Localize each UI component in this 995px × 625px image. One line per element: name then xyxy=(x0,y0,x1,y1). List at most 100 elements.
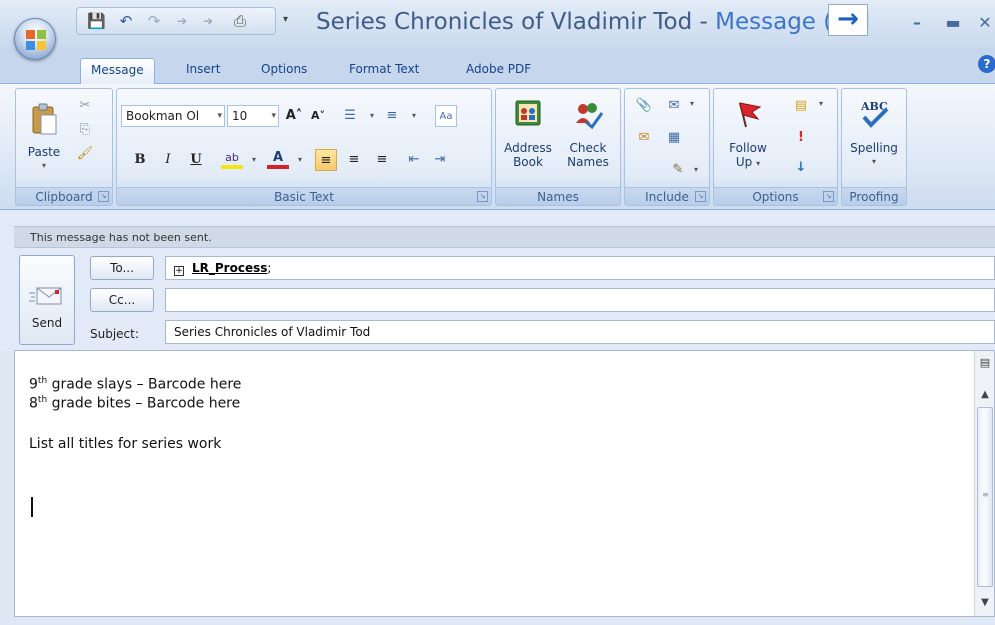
group-options: Follow Up ▾ ▤ ▾ ! ↓ Options ↘ xyxy=(713,88,838,206)
low-importance-icon[interactable]: ↓ xyxy=(792,159,810,177)
arrow-right-icon: → xyxy=(828,4,868,36)
office-button[interactable] xyxy=(14,18,56,60)
flag-icon xyxy=(739,102,762,128)
signature-icon[interactable]: ✎ xyxy=(669,161,687,179)
bullets-icon[interactable]: ☰ xyxy=(339,105,361,127)
print-icon[interactable]: ⎙ xyxy=(231,13,249,29)
close-button[interactable]: ✕ xyxy=(972,12,995,34)
check-names-button[interactable]: Check Names xyxy=(560,97,616,169)
tab-message[interactable]: Message xyxy=(80,58,155,84)
paste-dropdown-chevron-down-icon[interactable]: ▾ xyxy=(24,159,64,173)
italic-icon[interactable]: I xyxy=(157,149,179,171)
tab-format-text[interactable]: Format Text xyxy=(339,58,429,84)
address-book-button[interactable]: Address Book xyxy=(500,97,556,169)
recipient-separator: ; xyxy=(267,261,272,275)
scroll-down-icon[interactable]: ▼ xyxy=(977,595,993,611)
bullets-chevron-down-icon[interactable]: ▾ xyxy=(361,105,383,127)
attach-item-icon[interactable]: ✉ xyxy=(665,97,683,115)
message-header: This message has not been sent. Send To.… xyxy=(0,211,995,351)
undo-icon[interactable]: ↶ xyxy=(117,13,135,29)
help-icon[interactable]: ? xyxy=(978,55,995,73)
ribbon: Paste ▾ ✂ ⎘ 🖌 Clipboard ↘ Bookman Ol ▾ 1… xyxy=(0,84,995,210)
styles-icon[interactable]: Aa xyxy=(435,105,457,127)
follow-up-label-2: Up xyxy=(735,155,753,169)
categorize-icon[interactable]: ▤ xyxy=(792,97,810,115)
vertical-scrollbar[interactable]: ▤ ▲ ≡ ▼ xyxy=(974,351,994,616)
to-button[interactable]: To... xyxy=(90,256,154,280)
attach-file-icon[interactable]: 📎 xyxy=(635,97,653,115)
shrink-font-icon[interactable]: A˅ xyxy=(307,105,329,127)
bold-icon[interactable]: B xyxy=(129,149,151,171)
decrease-indent-icon[interactable]: ⇤ xyxy=(403,149,425,171)
calendar-icon[interactable]: ▦ xyxy=(665,129,683,147)
info-bar: This message has not been sent. xyxy=(14,226,995,248)
numbering-chevron-down-icon[interactable]: ▾ xyxy=(403,105,425,127)
tab-adobe-pdf[interactable]: Adobe PDF xyxy=(456,58,541,84)
font-size-combo[interactable]: 10 ▾ xyxy=(227,105,279,127)
cc-button[interactable]: Cc... xyxy=(90,288,154,312)
redo-icon[interactable]: ↷ xyxy=(145,13,163,29)
previous-item-icon[interactable]: ➔ xyxy=(173,13,191,29)
font-size-chevron-down-icon[interactable]: ▾ xyxy=(271,106,276,126)
increase-indent-icon[interactable]: ⇥ xyxy=(429,149,451,171)
business-card-icon[interactable]: ✉ xyxy=(635,129,653,147)
send-button[interactable]: Send xyxy=(19,255,75,345)
minimize-button[interactable]: – xyxy=(904,12,930,34)
body-line-2: 8th grade bites – Barcode here xyxy=(29,395,240,412)
attach-item-chevron-down-icon[interactable]: ▾ xyxy=(683,95,701,113)
clipboard-dialog-launcher-icon[interactable]: ↘ xyxy=(98,191,109,202)
body-line-1-ordinal: th xyxy=(37,376,48,386)
customize-toolbar-chevron-down-icon[interactable]: ▾ xyxy=(283,14,288,25)
highlight-chevron-down-icon[interactable]: ▾ xyxy=(243,149,265,171)
align-center-icon[interactable]: ≡ xyxy=(343,149,365,171)
group-basic-text: Bookman Ol ▾ 10 ▾ A˄ A˅ ☰ ▾ ≡ ▾ Aa B I U… xyxy=(116,88,492,206)
include-dialog-launcher-icon[interactable]: ↘ xyxy=(695,191,706,202)
options-dialog-launcher-icon[interactable]: ↘ xyxy=(823,191,834,202)
save-icon[interactable]: 💾 xyxy=(87,13,106,29)
next-item-icon[interactable]: ➔ xyxy=(199,13,217,29)
underline-icon[interactable]: U xyxy=(185,149,207,171)
categorize-chevron-down-icon[interactable]: ▾ xyxy=(812,95,830,113)
follow-up-chevron-down-icon[interactable]: ▾ xyxy=(756,159,760,168)
to-field[interactable]: + LR_Process; xyxy=(165,256,995,280)
body-line-2-ordinal: th xyxy=(37,395,48,405)
scroll-up-icon[interactable]: ▲ xyxy=(977,387,993,403)
format-painter-icon[interactable]: 🖌 xyxy=(76,145,94,163)
clipboard-label: Clipboard xyxy=(35,190,93,204)
high-importance-icon[interactable]: ! xyxy=(792,129,810,147)
grow-font-icon[interactable]: A˄ xyxy=(283,105,305,127)
font-size-value: 10 xyxy=(232,109,248,123)
subject-field[interactable]: Series Chronicles of Vladimir Tod xyxy=(165,320,995,344)
basic-text-dialog-launcher-icon[interactable]: ↘ xyxy=(477,191,488,202)
group-label-include: Include ↘ xyxy=(625,187,709,205)
tab-options[interactable]: Options xyxy=(251,58,317,84)
paste-button[interactable]: Paste ▾ xyxy=(24,103,64,173)
font-name-combo[interactable]: Bookman Ol ▾ xyxy=(121,105,225,127)
group-label-clipboard: Clipboard ↘ xyxy=(16,187,112,205)
signature-chevron-down-icon[interactable]: ▾ xyxy=(687,161,705,179)
scroll-thumb[interactable]: ≡ xyxy=(977,407,993,587)
expand-group-icon[interactable]: + xyxy=(174,266,184,276)
message-body[interactable]: 9th grade slays – Barcode here 8th grade… xyxy=(14,350,995,617)
spelling-chevron-down-icon[interactable]: ▾ xyxy=(844,155,904,169)
font-color-icon[interactable]: A xyxy=(267,147,289,169)
maximize-button[interactable]: ▬ xyxy=(940,12,966,34)
follow-up-button[interactable]: Follow Up ▾ xyxy=(718,97,778,171)
spelling-button[interactable]: ABC Spelling ▾ xyxy=(844,97,904,169)
check-names-icon xyxy=(576,103,604,129)
tab-insert[interactable]: Insert xyxy=(176,58,230,84)
recipient-link[interactable]: LR_Process xyxy=(192,261,267,275)
align-left-icon[interactable]: ≡ xyxy=(315,149,337,171)
align-right-icon[interactable]: ≡ xyxy=(371,149,393,171)
highlight-icon[interactable]: ab xyxy=(221,147,243,169)
body-line-1-number: 9 xyxy=(29,376,38,393)
numbering-icon[interactable]: ≡ xyxy=(381,105,403,127)
clipboard-paste-icon xyxy=(32,103,57,135)
copy-icon[interactable]: ⎘ xyxy=(76,121,94,139)
cc-field[interactable] xyxy=(165,288,995,312)
spelling-check-icon: ABC xyxy=(860,100,889,128)
font-name-chevron-down-icon[interactable]: ▾ xyxy=(217,106,222,126)
ruler-toggle-icon[interactable]: ▤ xyxy=(977,355,993,371)
font-color-chevron-down-icon[interactable]: ▾ xyxy=(289,149,311,171)
cut-icon[interactable]: ✂ xyxy=(76,97,94,115)
